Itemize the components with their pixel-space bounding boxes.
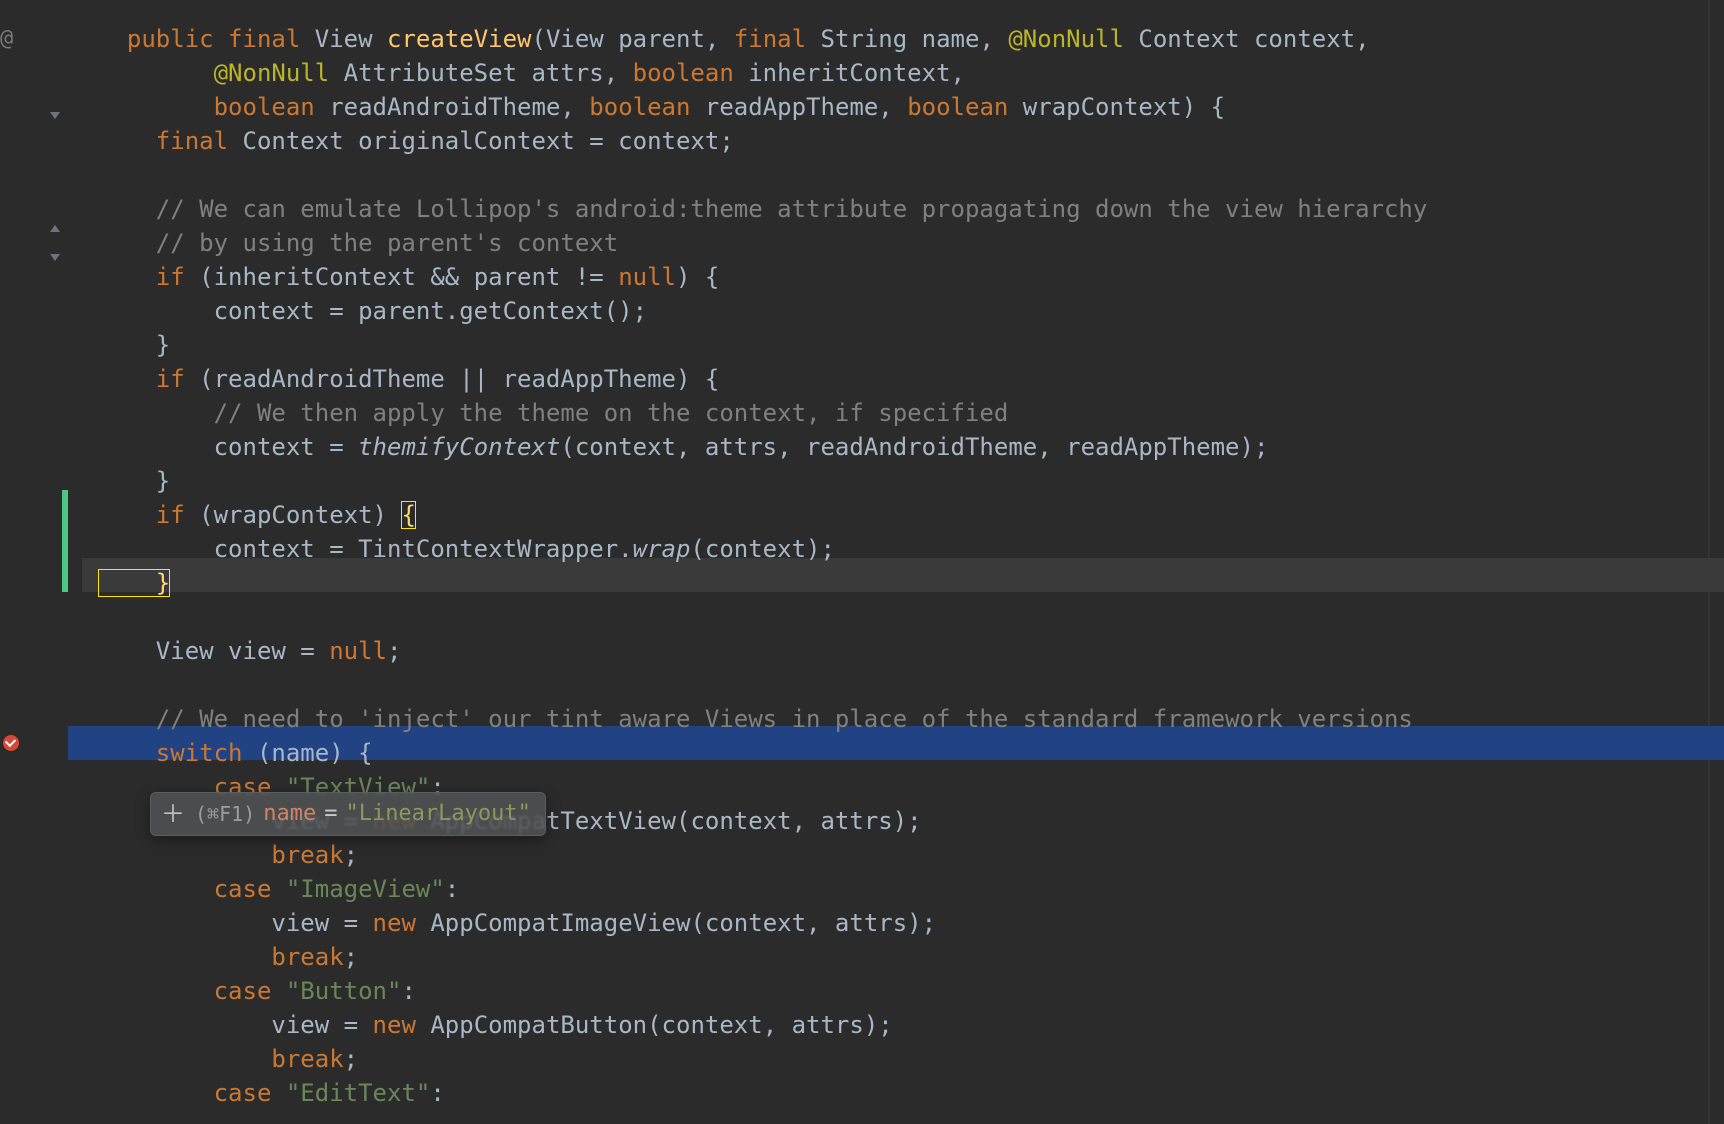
code-line[interactable]: if (wrapContext) {: [68, 498, 1706, 532]
code-line[interactable]: break;: [68, 838, 1706, 872]
gutter[interactable]: [20, 0, 68, 1124]
code-line[interactable]: // We need to 'inject' our tint aware Vi…: [68, 702, 1706, 736]
code-line[interactable]: case "ImageView":: [68, 872, 1706, 906]
code-editor[interactable]: public final View createView(View parent…: [68, 0, 1706, 1124]
code-line[interactable]: context = TintContextWrapper.wrap(contex…: [68, 532, 1706, 566]
left-margin: [0, 0, 20, 1124]
tooltip-equals: =: [324, 799, 337, 829]
tooltip-variable: name: [263, 799, 316, 829]
code-line[interactable]: case "Button":: [68, 974, 1706, 1008]
editor-viewport: @ public final View createView(View pare…: [0, 0, 1724, 1124]
code-line[interactable]: // by using the parent's context: [68, 226, 1706, 260]
code-line[interactable]: break;: [68, 940, 1706, 974]
code-line[interactable]: View view = null;: [68, 634, 1706, 668]
code-line[interactable]: // We then apply the theme on the contex…: [68, 396, 1706, 430]
breakpoint-icon[interactable]: [2, 734, 20, 752]
code-line[interactable]: case "EditText":: [68, 1076, 1706, 1110]
expand-icon[interactable]: ＋: [161, 799, 185, 829]
tooltip-value: "LinearLayout": [345, 799, 530, 829]
code-line[interactable]: public final View createView(View parent…: [68, 22, 1706, 56]
code-line[interactable]: break;: [68, 1042, 1706, 1076]
code-line[interactable]: if (inheritContext && parent != null) {: [68, 260, 1706, 294]
code-line[interactable]: context = parent.getContext();: [68, 294, 1706, 328]
debug-value-tooltip[interactable]: ＋ (⌘F1) name = "LinearLayout": [150, 792, 546, 836]
code-line[interactable]: [68, 600, 1706, 634]
code-line[interactable]: switch (name) {: [68, 736, 1706, 770]
code-line[interactable]: // We can emulate Lollipop's android:the…: [68, 192, 1706, 226]
tooltip-shortcut: (⌘F1): [195, 799, 255, 829]
code-line[interactable]: view = new AppCompatImageView(context, a…: [68, 906, 1706, 940]
fold-expand-icon[interactable]: [48, 220, 62, 234]
code-line[interactable]: view = new AppCompatButton(context, attr…: [68, 1008, 1706, 1042]
code-line[interactable]: [68, 668, 1706, 702]
code-line[interactable]: context = themifyContext(context, attrs,…: [68, 430, 1706, 464]
code-line[interactable]: }: [68, 464, 1706, 498]
code-line[interactable]: boolean readAndroidTheme, boolean readAp…: [68, 90, 1706, 124]
code-line[interactable]: [68, 158, 1706, 192]
code-line[interactable]: if (readAndroidTheme || readAppTheme) {: [68, 362, 1706, 396]
fold-expand-icon[interactable]: [48, 252, 62, 266]
override-marker-icon[interactable]: @: [0, 28, 13, 50]
code-line[interactable]: }: [68, 328, 1706, 362]
code-line[interactable]: @NonNull AttributeSet attrs, boolean inh…: [68, 56, 1706, 90]
code-line[interactable]: final Context originalContext = context;: [68, 124, 1706, 158]
code-line[interactable]: }: [68, 566, 1706, 600]
fold-collapse-icon[interactable]: [48, 110, 62, 124]
